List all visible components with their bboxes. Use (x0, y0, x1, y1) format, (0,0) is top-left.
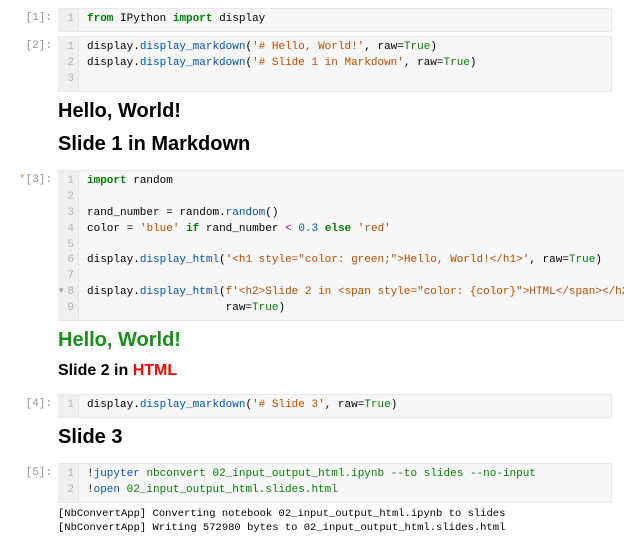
cell-2: [2]: 1 2 3 display.display_markdown('# H… (12, 36, 612, 92)
input-prompt: [4]: (12, 394, 58, 410)
modified-star-icon: * (19, 174, 26, 186)
line-gutter: 1 2 3 (59, 37, 79, 91)
html-h1-green: Hello, World! (58, 329, 612, 352)
cell-4: [4]: 1 display.display_markdown('# Slide… (12, 394, 612, 418)
code-input[interactable]: 1 display.display_markdown('# Slide 3', … (58, 394, 612, 418)
markdown-h1: Slide 3 (58, 426, 612, 449)
code-text[interactable]: display.display_markdown('# Slide 3', ra… (79, 395, 611, 417)
code-input[interactable]: 1 2 !jupyter nbconvert 02_input_output_h… (58, 463, 612, 503)
code-input[interactable]: 1 2 3 display.display_markdown('# Hello,… (58, 36, 612, 92)
line-gutter: 1 (59, 9, 79, 31)
input-prompt: [2]: (12, 36, 58, 52)
code-input[interactable]: 1 from IPython import display (58, 8, 612, 32)
input-prompt: [5]: (12, 463, 58, 479)
line-gutter: 1 (59, 395, 79, 417)
code-text[interactable]: from IPython import display (79, 9, 611, 31)
code-text[interactable]: display.display_markdown('# Hello, World… (79, 37, 611, 91)
cell-2-output: Hello, World! Slide 1 in Markdown (58, 100, 612, 156)
cell-5-stream-output: [NbConvertApp] Converting notebook 02_in… (58, 507, 612, 535)
cell-5: [5]: 1 2 !jupyter nbconvert 02_input_out… (12, 463, 612, 503)
line-gutter: 1 2 3 4 5 6 7 ▾8 9 (59, 171, 79, 320)
markdown-h1: Slide 1 in Markdown (58, 133, 612, 156)
code-input[interactable]: 1 2 3 4 5 6 7 ▾8 9 import random rand_nu… (58, 170, 624, 321)
input-prompt: [1]: (12, 8, 58, 24)
code-text[interactable]: import random rand_number = random.rando… (79, 171, 624, 320)
line-gutter: 1 2 (59, 464, 79, 502)
code-text[interactable]: !jupyter nbconvert 02_input_output_html.… (79, 464, 611, 502)
cell-1: [1]: 1 from IPython import display (12, 8, 612, 32)
markdown-h1: Hello, World! (58, 100, 612, 123)
html-span-red: HTML (133, 362, 177, 379)
input-prompt: *[3]: (12, 170, 58, 186)
html-h2: Slide 2 in HTML (58, 362, 612, 380)
cell-3: *[3]: 1 2 3 4 5 6 7 ▾8 9 import random r… (12, 170, 612, 321)
fold-marker-icon[interactable]: ▾ (59, 285, 64, 298)
cell-4-output: Slide 3 (58, 426, 612, 449)
cell-3-output: Hello, World! Slide 2 in HTML (58, 329, 612, 380)
